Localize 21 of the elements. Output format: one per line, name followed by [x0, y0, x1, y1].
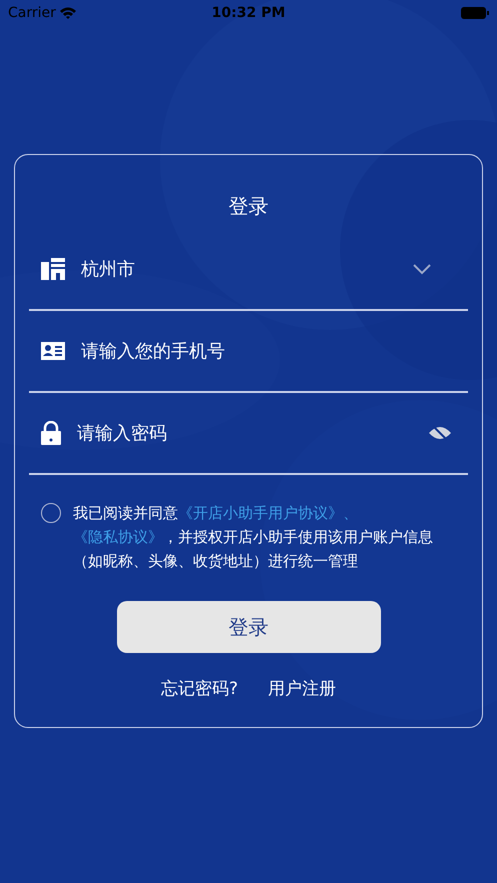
agreement-text: 我已阅读并同意《开店小助手用户协议》、 《隐私协议》，并授权开店小助手使用该用户账户信息（如昵称、头像、收货地址）进行统一管理: [73, 503, 434, 572]
phone-input[interactable]: 请输入您的手机号: [81, 338, 456, 364]
agreement-link[interactable]: 《开店小助手用户协议》: [178, 504, 343, 522]
forgot-password-link[interactable]: 忘记密码?: [160, 677, 238, 702]
chevron-down-icon[interactable]: [412, 263, 432, 275]
agreement-checkbox[interactable]: [41, 503, 61, 523]
wifi-icon: [60, 7, 76, 19]
agreement-link[interactable]: 、: [343, 504, 358, 522]
password-input[interactable]: 请输入密码: [77, 420, 412, 446]
login-button[interactable]: 登录: [116, 601, 380, 653]
register-link[interactable]: 用户注册: [268, 677, 336, 702]
eye-off-icon[interactable]: [428, 425, 452, 441]
building-icon: [41, 258, 65, 280]
battery-icon: [460, 7, 489, 19]
card-title: 登录: [228, 193, 268, 220]
carrier-label: Carrier: [8, 4, 56, 22]
agreement-link[interactable]: 《隐私协议》: [73, 528, 163, 546]
id-card-icon: [41, 342, 65, 360]
lock-icon: [41, 421, 61, 445]
city-select[interactable]: 杭州市: [81, 256, 396, 282]
status-time: 10:32 PM: [212, 4, 286, 22]
